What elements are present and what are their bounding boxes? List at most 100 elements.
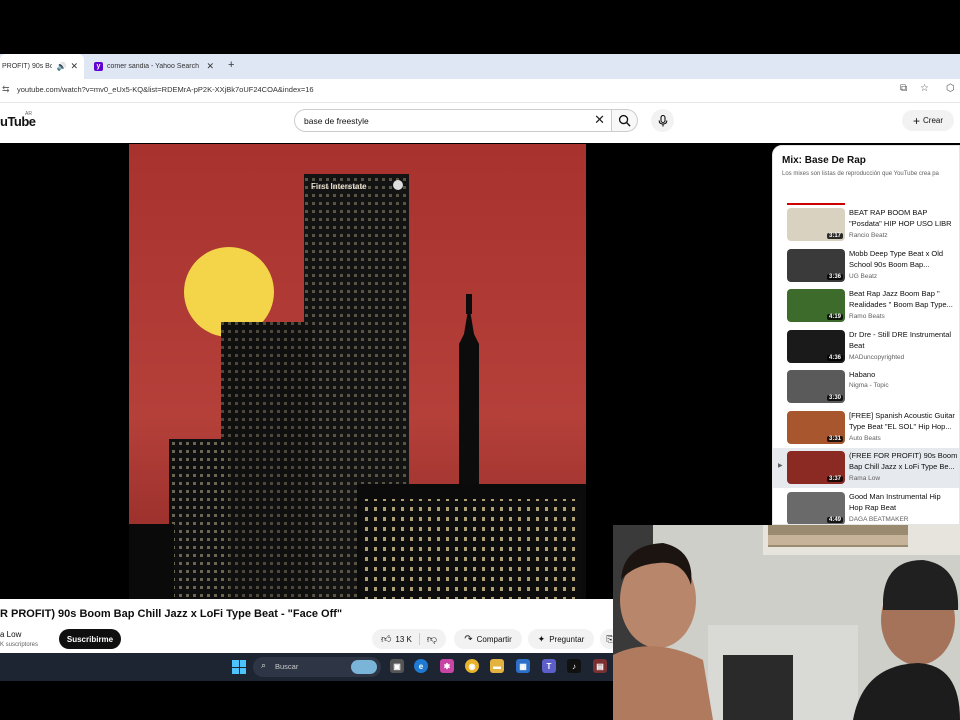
taskbar-search[interactable]: ⌕ Buscar: [253, 657, 381, 677]
playlist-item-author: MADuncopyrighted: [849, 353, 905, 361]
like-dislike-group: 👍︎ 13 K 👎︎: [372, 629, 446, 649]
address-bar: ⇆ youtube.com/watch?v=mv0_eUx5-KQ&list=R…: [0, 79, 960, 103]
playlist-item[interactable]: 3:30 Habano Nigma - Topic: [773, 367, 959, 407]
playlist-item-title: BEAT RAP BOOM BAP "Posdata" HIP HOP USO …: [849, 208, 952, 228]
playlist-item[interactable]: 4:36 Dr Dre - Still DRE Instrumental Beat…: [773, 327, 959, 367]
close-tab-icon[interactable]: ✕: [206, 61, 214, 72]
playlist-panel: Mix: Base De Rap Los mixes son listas de…: [772, 145, 960, 525]
playlist-item[interactable]: 3:36 Mobb Deep Type Beat x Old School 90s…: [773, 246, 959, 286]
playlist-item-duration: 3:17: [826, 233, 843, 239]
playlist-item-author: Rancio Beatz: [849, 232, 888, 239]
teams-icon[interactable]: T: [542, 659, 556, 673]
playlist-item-author: DAGA BEATMAKER: [849, 515, 909, 523]
search-icon: [618, 114, 631, 127]
yahoo-icon: y: [94, 62, 103, 71]
playlist-item-thumbnail[interactable]: 3:37: [787, 451, 845, 484]
webcam-video: [613, 525, 960, 720]
playlist-item[interactable]: 4:19 Beat Rap Jazz Boom Bap " Realidades …: [773, 286, 959, 326]
tab-label: comer sandia - Yahoo Search: [107, 63, 199, 70]
search-input[interactable]: base de freestyle: [304, 116, 369, 126]
playlist-item-thumbnail[interactable]: 3:30: [787, 370, 845, 403]
playlist-item-title: [FREE] Spanish Acoustic Guitar Type Beat…: [849, 410, 955, 431]
clear-search-icon[interactable]: ✕: [594, 112, 605, 128]
playlist-item-author: Auto Beats: [849, 434, 881, 442]
voice-search-button[interactable]: [651, 109, 674, 132]
search-button[interactable]: [612, 109, 638, 132]
playlist-item[interactable]: ▶ 3:37 (FREE FOR PROFIT) 90s Boom Bap Chil…: [773, 448, 959, 488]
tab-label: PROFIT) 90s Boo: [2, 63, 53, 70]
now-playing-icon: ▶: [778, 463, 783, 469]
video-frame: First Interstate: [129, 144, 586, 599]
playlist-item-title: Beat Rap Jazz Boom Bap " Realidades " Bo…: [849, 289, 953, 309]
store-icon[interactable]: ▦: [516, 659, 530, 673]
ask-label: Preguntar: [549, 634, 585, 644]
playlist-item-duration: 3:30: [826, 395, 843, 401]
copilot-icon[interactable]: ✱: [440, 659, 454, 673]
windows-start-icon[interactable]: [232, 660, 246, 674]
playlist-item-duration: 3:36: [826, 273, 843, 280]
playlist-item-title: Habano: [849, 370, 876, 379]
search-highlight-icon: [351, 660, 377, 674]
webcam-overlay: [613, 525, 960, 720]
search-icon: ⌕: [261, 660, 267, 670]
tab-yahoo-search[interactable]: y comer sandia - Yahoo Search ✕: [88, 54, 220, 79]
task-view-icon[interactable]: ▣: [390, 659, 404, 673]
playlist-item-duration: 4:19: [826, 314, 843, 320]
playlist-item-duration: 3:37: [826, 476, 843, 482]
new-tab-button[interactable]: +: [228, 59, 234, 71]
bookmark-star-icon[interactable]: ☆: [920, 83, 929, 94]
playlist-item-thumbnail[interactable]: 4:36: [787, 329, 845, 363]
playlist-item-thumbnail[interactable]: 3:17: [787, 208, 845, 241]
playlist-item[interactable]: 4:49 Good Man Instrumental Hip Hop Rap Be…: [773, 489, 959, 524]
create-button[interactable]: + Crear: [902, 110, 954, 131]
file-explorer-icon[interactable]: ▬: [490, 659, 504, 673]
playlist-item-title: Mobb Deep Type Beat x Old School 90s Boo…: [849, 248, 944, 269]
playlist-item-duration: 3:31: [826, 435, 843, 442]
edge-icon[interactable]: e: [414, 659, 428, 673]
ask-button[interactable]: ✦ Preguntar: [528, 629, 594, 649]
like-button[interactable]: 👍︎ 13 K: [381, 633, 412, 645]
youtube-header: uTube AR base de freestyle ✕ + Crear: [0, 103, 960, 143]
site-info-icon[interactable]: ⇆: [2, 84, 10, 95]
microphone-icon: [658, 114, 667, 126]
playlist-item[interactable]: 3:31 [FREE] Spanish Acoustic Guitar Type …: [773, 408, 959, 448]
playlist-item-author: Ramo Beats: [849, 313, 885, 320]
like-count: 13 K: [395, 634, 412, 644]
install-app-icon[interactable]: ⧉: [900, 83, 907, 94]
country-code: AR: [25, 111, 32, 117]
playlist-item-thumbnail[interactable]: 3:31: [787, 410, 845, 444]
divider: [418, 633, 420, 645]
tab-youtube[interactable]: PROFIT) 90s Boo 🔊 ✕: [0, 54, 84, 79]
tiktok-icon[interactable]: ♪: [567, 659, 581, 673]
playlist-item-author: Rama Low: [849, 475, 881, 482]
chrome-icon[interactable]: ◉: [465, 659, 479, 673]
channel-name[interactable]: a Low: [0, 630, 21, 639]
playlist-item-duration: 4:36: [826, 354, 843, 361]
playlist-item-author: Nigma - Topic: [849, 382, 889, 389]
thumbs-down-icon: 👎︎: [426, 634, 438, 645]
app-icon[interactable]: ▤: [593, 659, 607, 673]
playlist-item[interactable]: 3:17 BEAT RAP BOOM BAP "Posdata" HIP HOP …: [773, 205, 959, 245]
subscriber-count: K suscriptores: [0, 642, 39, 648]
city-skyline-image: First Interstate: [129, 144, 586, 599]
dislike-button[interactable]: 👎︎: [427, 633, 437, 645]
video-info: R PROFIT) 90s Boom Bap Chill Jazz x LoFi…: [0, 599, 620, 653]
extensions-icon[interactable]: ⬡: [946, 83, 955, 94]
playlist-item-thumbnail[interactable]: 4:49: [787, 491, 845, 524]
speaker-icon[interactable]: 🔊: [56, 62, 66, 71]
plus-icon: +: [912, 113, 920, 128]
taskbar-search-placeholder: Buscar: [275, 662, 299, 671]
playlist-subtitle: Los mixes son listas de reproducción que…: [782, 171, 939, 177]
url-field[interactable]: youtube.com/watch?v=mv0_eUx5-KQ&list=RDE…: [17, 85, 314, 94]
windows-taskbar: ⌕ Buscar ▣ e ✱ ◉ ▬ ▦ T ♪ ▤: [0, 653, 613, 681]
playlist-title[interactable]: Mix: Base De Rap: [782, 155, 866, 166]
building-sign: First Interstate: [311, 182, 367, 191]
playlist-item-thumbnail[interactable]: 3:36: [787, 248, 845, 282]
search-box[interactable]: base de freestyle ✕: [294, 109, 612, 132]
playlist-item-thumbnail[interactable]: 4:19: [787, 289, 845, 322]
thumbs-up-icon: 👍︎: [380, 634, 392, 645]
subscribe-button[interactable]: Suscribirme: [59, 629, 121, 649]
close-tab-icon[interactable]: ✕: [70, 61, 78, 72]
share-button[interactable]: ↷ Compartir: [454, 629, 522, 649]
playlist-item-author: UG Beatz: [849, 272, 878, 280]
